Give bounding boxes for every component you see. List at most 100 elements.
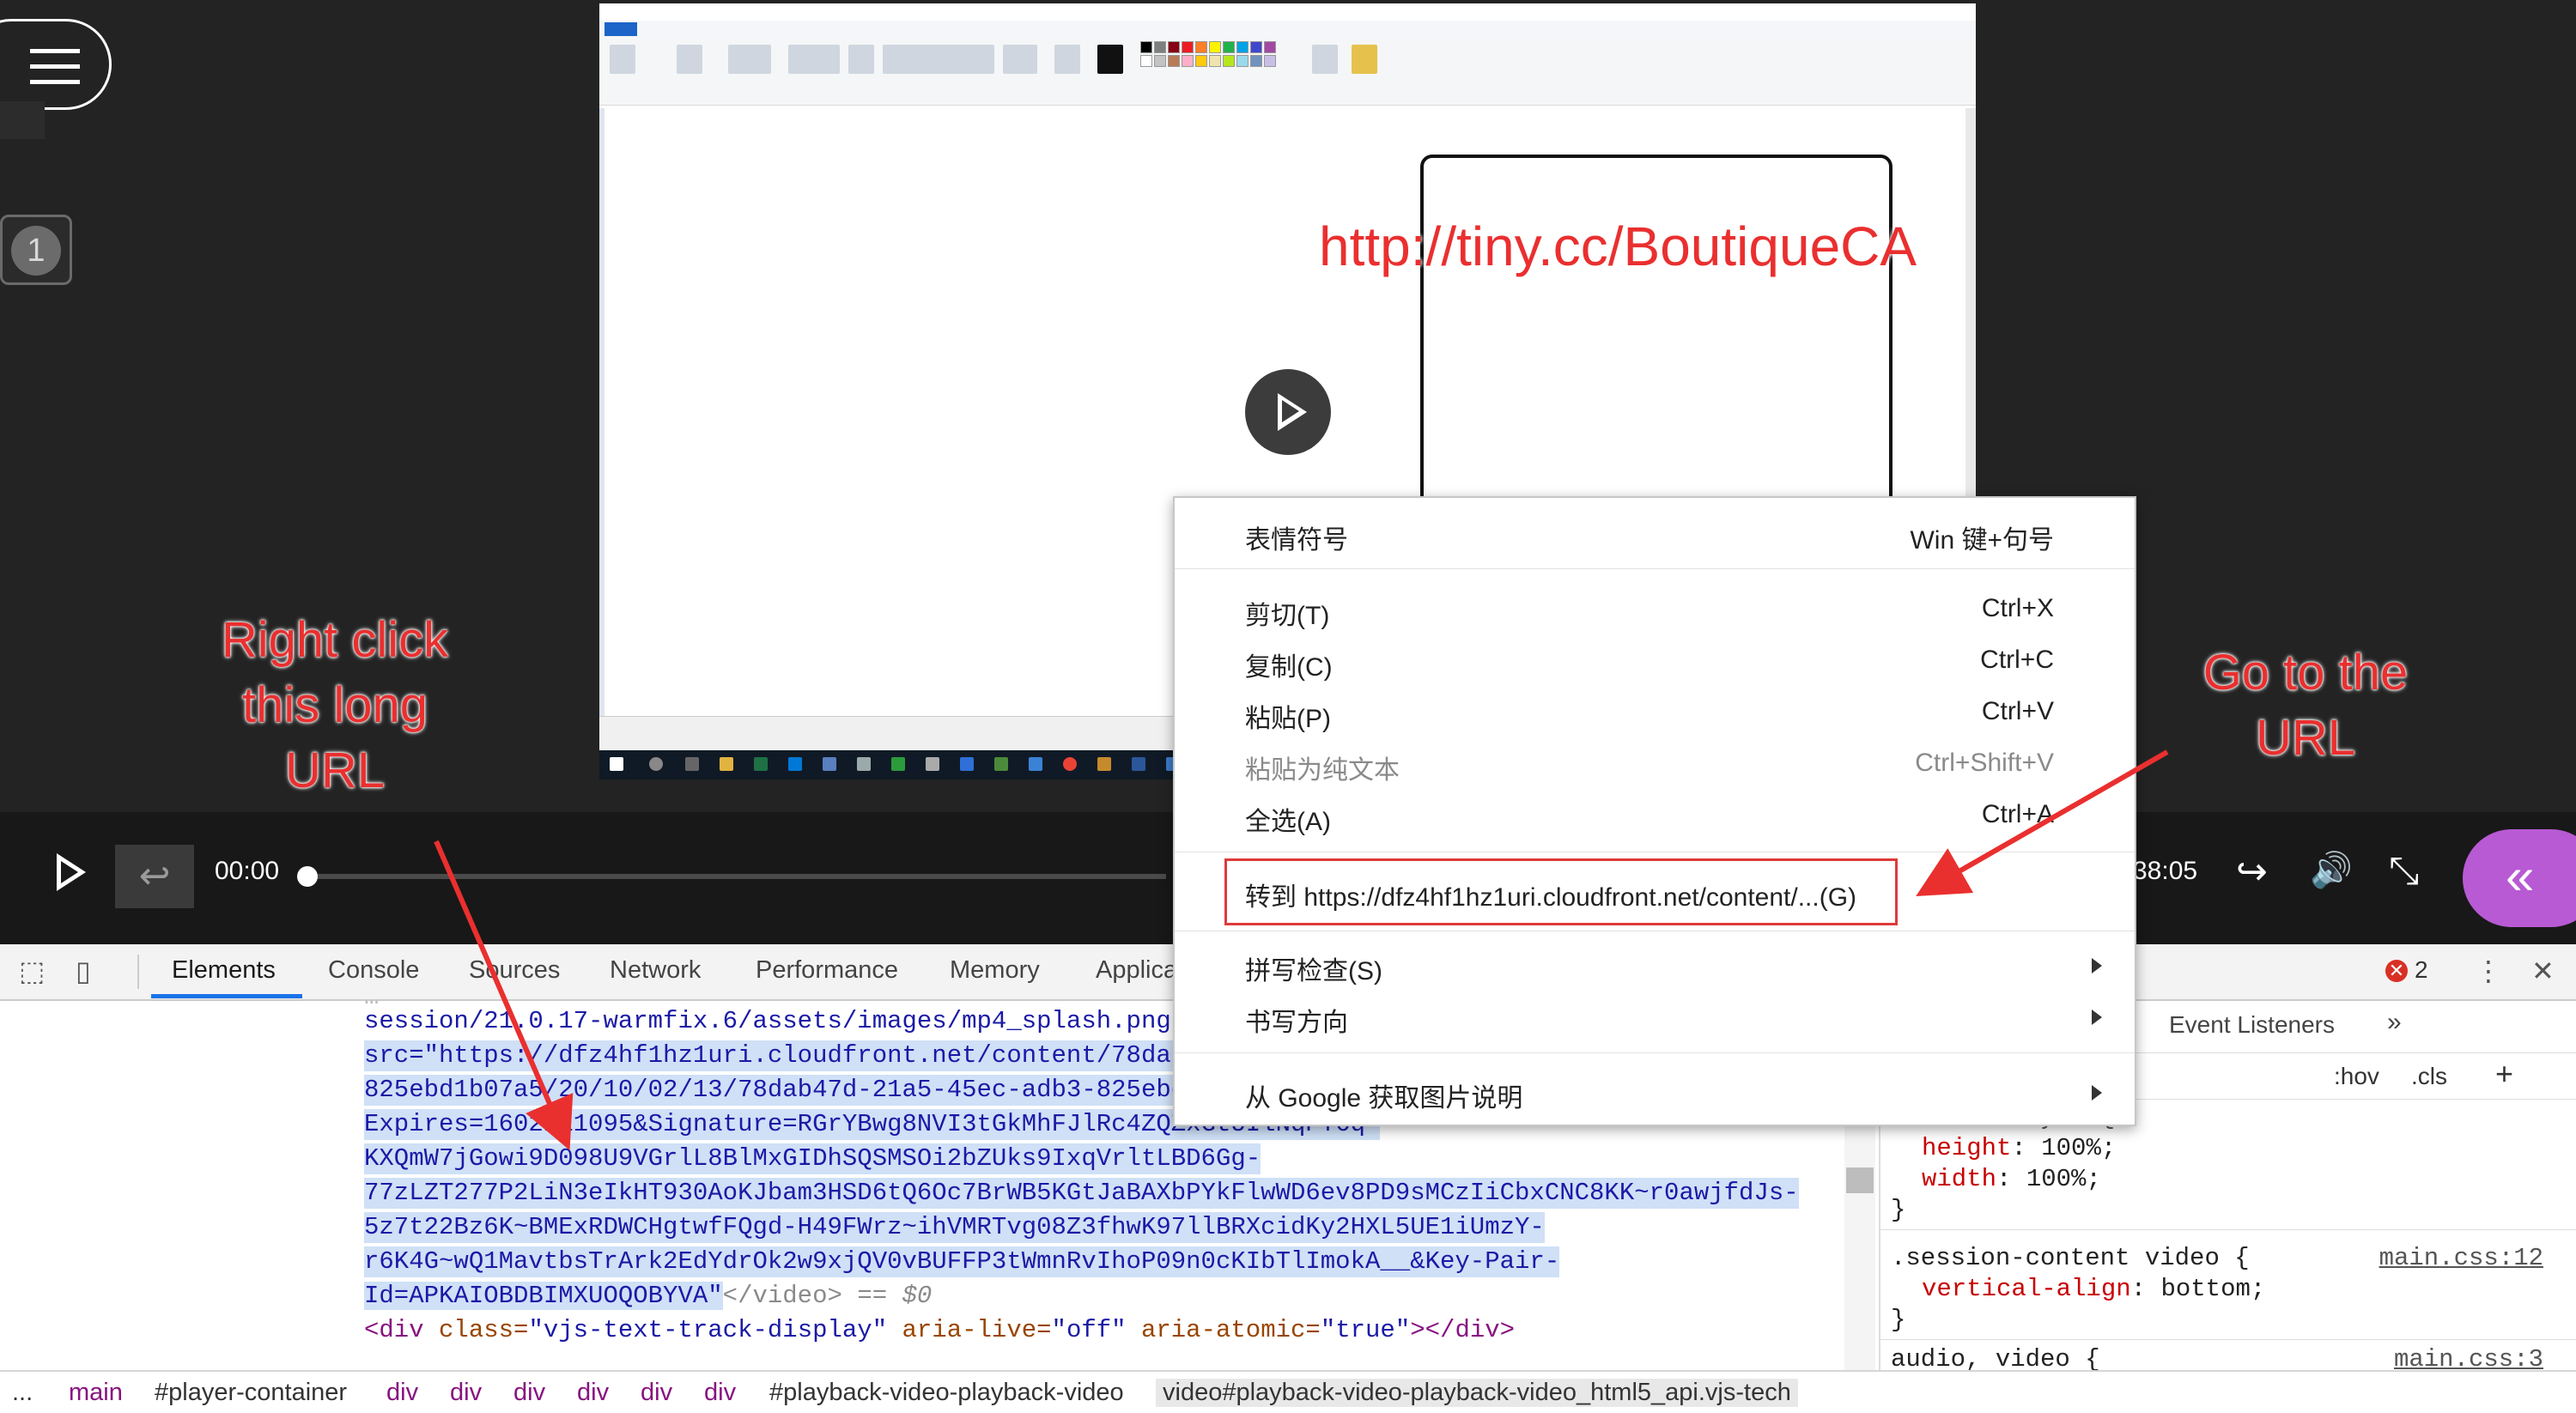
close-devtools-icon[interactable]: ✕ — [2531, 955, 2555, 987]
menu-item-writing-direction[interactable]: 书写方向 — [1245, 1001, 1348, 1039]
center-play-button[interactable] — [1245, 369, 1331, 455]
paint-titlebar — [599, 3, 1976, 21]
tab-elements[interactable]: Elements — [172, 956, 276, 985]
tab-console[interactable]: Console — [328, 956, 419, 985]
menu-item-cut[interactable]: 剪切(T) — [1245, 594, 1329, 632]
css-declaration[interactable]: vertical-align: bottom; — [1922, 1274, 2265, 1305]
menu-item-image-descriptions[interactable]: 从 Google 获取图片说明 — [1245, 1076, 1522, 1114]
side-panel-toggle-button[interactable]: « — [2463, 829, 2576, 927]
paint-tab-strip — [599, 21, 1976, 36]
breadcrumb-item[interactable]: ... — [12, 1379, 33, 1407]
fullscreen-icon[interactable]: ⤡ — [2389, 850, 2419, 893]
menu-item-copy[interactable]: 复制(C) — [1245, 646, 1333, 683]
breadcrumb-item[interactable]: main — [69, 1379, 123, 1407]
menu-item-spellcheck[interactable]: 拼写检查(S) — [1245, 949, 1382, 987]
paint-ribbon — [599, 36, 1976, 106]
breadcrumb-item[interactable]: div — [577, 1379, 609, 1407]
dom-line[interactable]: Id=APKAIOBDBIMXUOQOBYVA"</video> == $0 — [364, 1281, 932, 1312]
word-icon — [1132, 757, 1145, 771]
breadcrumb-item[interactable]: div — [641, 1379, 672, 1407]
edit-colors-icon — [1312, 45, 1338, 74]
edge-icon — [1029, 757, 1042, 771]
shortcut-label: Ctrl+C — [1980, 646, 2054, 674]
menu-item-select-all[interactable]: 全选(A) — [1245, 800, 1331, 838]
tab-performance[interactable]: Performance — [756, 956, 898, 985]
error-icon[interactable]: ✕ — [2385, 960, 2408, 982]
cls-toggle[interactable]: .cls — [2411, 1063, 2447, 1090]
tab-network[interactable]: Network — [610, 956, 701, 985]
shortcut-label: Ctrl+Shift+V — [1915, 749, 2054, 777]
skip-forward-icon[interactable]: ↪ — [2236, 850, 2268, 894]
tab-application[interactable]: Applica — [1096, 956, 1177, 985]
more-tabs-icon[interactable]: » — [2387, 1008, 2402, 1037]
search-icon — [649, 757, 663, 771]
loop-button[interactable]: ↩ — [115, 845, 194, 908]
progress-bar[interactable] — [307, 874, 1166, 879]
app-icon — [857, 757, 871, 771]
chapter-number: 1 — [11, 226, 61, 276]
dom-line-selected[interactable]: src="https://dfz4hf1hz1uri.cloudfront.ne… — [364, 1040, 1216, 1071]
dom-src-end: Id=APKAIOBDBIMXUOQOBYVA" — [364, 1282, 723, 1310]
breadcrumb-item[interactable]: div — [704, 1379, 736, 1407]
chrome-icon — [1063, 757, 1077, 771]
submenu-arrow-icon — [2092, 1010, 2102, 1025]
dom-line-selected[interactable]: 825ebd1b07a5/20/10/02/13/78dab47d-21a5-4… — [364, 1075, 1216, 1106]
device-toolbar-icon[interactable]: ▯ — [76, 955, 91, 987]
context-menu: 表情符号 Win 键+句号 剪切(T) Ctrl+X 复制(C) Ctrl+C … — [1173, 496, 2136, 1126]
menu-item-paste-plain[interactable]: 粘贴为纯文本 — [1245, 749, 1400, 786]
dom-line[interactable]: <div class="vjs-text-track-display" aria… — [364, 1315, 1515, 1346]
dom-line-selected[interactable]: r6K4G~wQ1MavtbsTrArk2EdYdrOk2w9xjQV0vBUF… — [364, 1246, 1560, 1277]
progress-knob[interactable] — [297, 866, 318, 887]
tab-sources[interactable]: Sources — [469, 956, 560, 985]
mail-icon — [788, 757, 802, 771]
annotation-right-click: Right click this long URL — [206, 608, 464, 804]
shapes-icon — [883, 45, 994, 74]
breadcrumb-item-selected[interactable]: video#playback-video-playback-video_html… — [1156, 1379, 1798, 1407]
shortcut-label: Ctrl+A — [1981, 800, 2054, 828]
breadcrumb-item[interactable]: div — [386, 1379, 418, 1407]
dom-video-close: </video> — [722, 1282, 842, 1310]
breadcrumb-item[interactable]: div — [513, 1379, 545, 1407]
breadcrumb: ... main #player-container div div div d… — [0, 1370, 2576, 1413]
shortcut-label: Ctrl+X — [1981, 594, 2054, 622]
inspect-element-icon[interactable]: ⬚ — [19, 955, 45, 987]
dom-line-selected[interactable]: 5z7t22Bz6K~BMExRDWCHgtwfFQgd-H49FWrz~ihV… — [364, 1212, 1545, 1243]
annotation-line: URL — [284, 743, 386, 798]
breadcrumb-item[interactable]: #playback-video-playback-video — [769, 1379, 1124, 1407]
tab-event-listeners[interactable]: Event Listeners — [2169, 1011, 2335, 1039]
color-palette — [1140, 41, 1276, 67]
css-selector: .session-content video { — [1891, 1244, 2250, 1272]
hamburger-menu-button[interactable] — [0, 19, 112, 110]
explorer-icon — [720, 757, 733, 771]
shortcut-label: Ctrl+V — [1981, 697, 2054, 725]
css-declaration[interactable]: height: 100%; — [1922, 1133, 2116, 1164]
breadcrumb-item[interactable]: div — [450, 1379, 482, 1407]
hov-toggle[interactable]: :hov — [2334, 1063, 2379, 1090]
volume-icon[interactable]: 🔊 — [2310, 850, 2353, 890]
color1-icon — [1097, 45, 1123, 74]
error-count[interactable]: 2 — [2415, 956, 2428, 984]
shortcut-label: Win 键+句号 — [1910, 526, 2054, 555]
breadcrumb-item[interactable]: #player-container — [155, 1379, 347, 1407]
chapter-badge[interactable]: 1 — [0, 215, 72, 285]
add-rule-icon[interactable]: + — [2495, 1056, 2513, 1092]
css-close-brace: } — [1891, 1196, 1906, 1224]
more-options-icon[interactable]: ⋮ — [2475, 955, 2502, 987]
app-icon — [891, 757, 905, 771]
dom-scroll-thumb[interactable] — [1846, 1167, 1874, 1193]
windows-start-icon — [610, 757, 623, 771]
submenu-arrow-icon — [2092, 1085, 2102, 1101]
menu-item-emoji[interactable]: 表情符号 — [1245, 519, 1348, 556]
css-declaration[interactable]: width: 100%; — [1922, 1164, 2101, 1195]
app-icon — [1097, 757, 1111, 771]
duration: 38:05 — [2133, 857, 2198, 885]
menu-item-paste[interactable]: 粘贴(P) — [1245, 697, 1331, 735]
menu-item-go-to-url[interactable]: 转到 https://dfz4hf1hz1uri.cloudfront.net/… — [1245, 876, 1856, 913]
submenu-arrow-icon — [2092, 958, 2102, 973]
tab-memory[interactable]: Memory — [950, 956, 1040, 985]
outline-icon — [1003, 45, 1037, 74]
dom-line-selected[interactable]: KXQmW7jGowi9D098U9VGrlL8BlMxGIDhSQSMSOi2… — [364, 1143, 1261, 1174]
dom-line-selected[interactable]: 77zLZT277P2LiN3eIkHT930AoKJbam3HSD6tQ6Oc… — [364, 1178, 1799, 1209]
css-source-link[interactable]: main.css:12 — [2379, 1243, 2543, 1274]
side-panel-tab[interactable] — [0, 101, 45, 139]
